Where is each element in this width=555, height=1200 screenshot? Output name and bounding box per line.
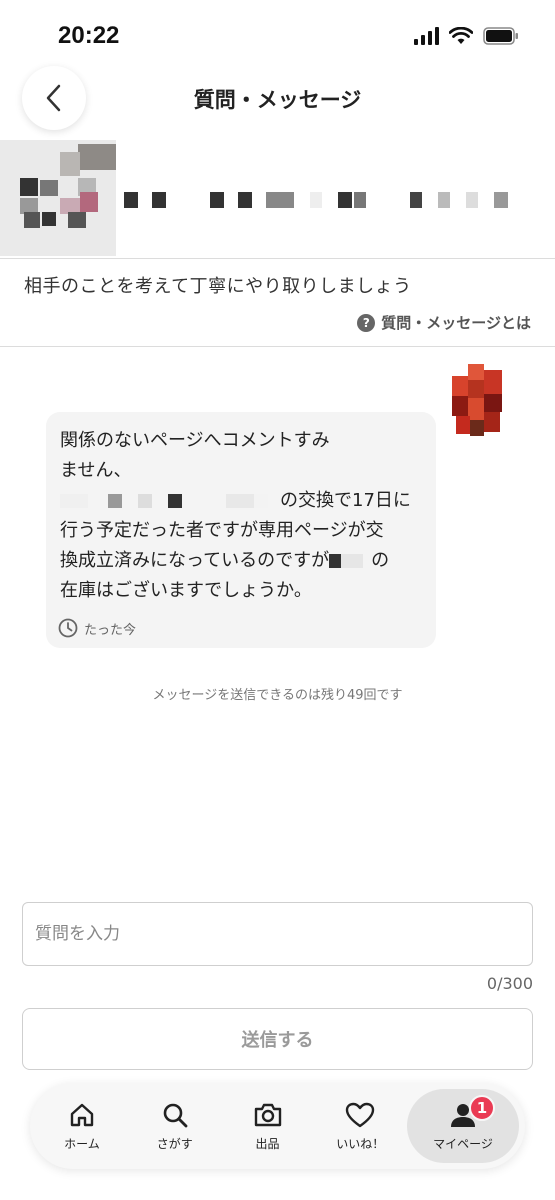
redacted-text — [138, 494, 152, 508]
message-time-label: たった今 — [84, 622, 137, 638]
send-button[interactable]: 送信する — [22, 1008, 533, 1070]
tab-label: さがす — [156, 1136, 193, 1151]
heart-icon — [346, 1102, 375, 1127]
message-line: 在庫はございますでしょうか。 — [60, 580, 312, 601]
tab-likes[interactable]: いいね！ — [314, 1089, 406, 1163]
redacted-text — [254, 494, 268, 508]
redacted-text — [108, 494, 122, 508]
char-count: 0/300 — [486, 974, 533, 993]
signal-icon — [414, 27, 439, 45]
tab-mypage[interactable]: マイページ 1 — [407, 1089, 519, 1163]
search-icon — [163, 1103, 188, 1127]
tab-label: マイページ — [433, 1136, 493, 1151]
help-link-label: 質問・メッセージとは — [381, 314, 531, 332]
status-icons — [414, 27, 519, 45]
redacted-text — [341, 554, 364, 568]
notice-text: 相手のことを考えて丁寧にやり取りしましょう — [24, 276, 412, 297]
message-line: の交換で17日に — [280, 490, 411, 511]
tab-sell[interactable]: 出品 — [222, 1089, 314, 1163]
status-time: 20:22 — [58, 22, 120, 49]
product-thumbnail — [0, 140, 116, 256]
home-icon — [70, 1103, 94, 1126]
camera-icon — [254, 1103, 281, 1126]
message-line: 関係のないページへコメントすみ — [60, 430, 330, 451]
status-bar: 20:22 — [0, 0, 555, 70]
product-name-redacted — [120, 192, 540, 208]
tab-label: いいね！ — [336, 1136, 385, 1151]
tab-label: ホーム — [64, 1136, 100, 1151]
tab-home[interactable]: ホーム — [36, 1089, 128, 1163]
question-input[interactable] — [22, 902, 533, 966]
clock-icon — [58, 618, 78, 638]
message-line: ません、 — [60, 460, 132, 481]
message-line: の — [371, 550, 390, 571]
message-time: たった今 — [58, 618, 136, 638]
page-title: 質問・メッセージ — [193, 88, 362, 112]
notification-badge: 1 — [469, 1095, 495, 1121]
help-link[interactable]: ? 質問・メッセージとは — [357, 312, 531, 333]
message-text: 関係のないページへコメントすみ ません、 の交換で17日に 行う予定だった者です… — [60, 426, 426, 606]
question-circle-icon: ? — [357, 313, 376, 332]
message-line: 換成立済みになっているのですが — [60, 550, 330, 571]
battery-icon — [483, 27, 519, 45]
product-row[interactable] — [0, 140, 555, 260]
message-line: 行う予定だった者ですが専用ページが交 — [60, 520, 384, 541]
divider — [0, 346, 555, 347]
redacted-text — [60, 494, 88, 508]
message-bubble: 関係のないページへコメントすみ ません、 の交換で17日に 行う予定だった者です… — [46, 412, 436, 648]
divider — [0, 258, 555, 259]
header: 質問・メッセージ — [0, 66, 555, 130]
wifi-icon — [449, 27, 473, 45]
redacted-text — [226, 494, 254, 508]
redacted-text — [329, 554, 342, 568]
seller-avatar[interactable] — [452, 364, 512, 438]
remaining-messages-note: メッセージを送信できるのは残り49回です — [152, 688, 403, 703]
tab-search[interactable]: さがす — [129, 1089, 221, 1163]
tab-label: 出品 — [255, 1136, 280, 1151]
redacted-text — [168, 494, 182, 508]
tab-bar: ホーム さがす 出品 いいね！ マイページ 1 — [30, 1083, 525, 1169]
